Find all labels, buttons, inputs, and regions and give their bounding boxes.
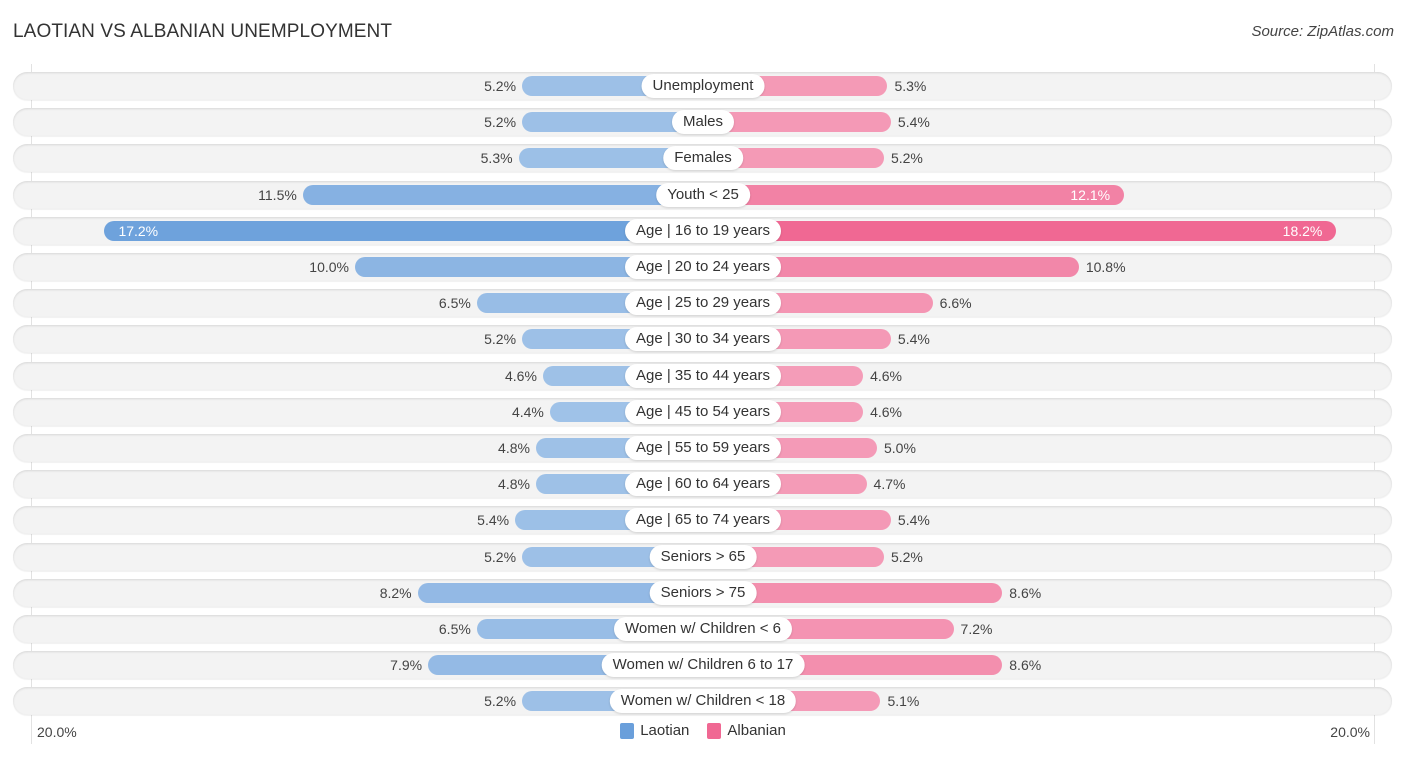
category-label: Women w/ Children 6 to 17 [601, 653, 805, 678]
legend-swatch-laotian [620, 722, 635, 739]
category-label: Women w/ Children < 6 [613, 617, 793, 641]
value-label-laotian: 6.5% [438, 295, 471, 312]
bar-laotian[interactable] [104, 220, 703, 241]
category-label: Age | 60 to 64 years [625, 472, 781, 497]
value-label-albanian: 10.8% [1085, 259, 1126, 275]
category-label: Youth < 25 [656, 182, 750, 207]
value-label-laotian: 4.8% [498, 476, 530, 493]
value-label-albanian: 5.1% [887, 693, 920, 710]
category-label: Age | 45 to 54 years [625, 399, 781, 424]
category-label: Females [663, 146, 743, 171]
value-label-laotian: 7.9% [390, 657, 423, 674]
value-label-albanian: 5.0% [884, 440, 916, 456]
value-label-laotian: 11.5% [258, 186, 297, 203]
category-label: Seniors > 65 [649, 544, 757, 569]
value-label-laotian: 4.4% [511, 403, 544, 420]
bar-albanian[interactable] [703, 184, 1125, 205]
value-label-albanian: 7.2% [960, 621, 993, 637]
category-label: Age | 65 to 74 years [625, 508, 781, 533]
category-label: Unemployment [641, 74, 765, 98]
category-label: Age | 20 to 24 years [625, 255, 781, 279]
value-label-albanian: 18.2% [1282, 222, 1323, 239]
value-label-laotian: 5.2% [484, 114, 517, 131]
category-label: Males [671, 110, 735, 135]
value-label-laotian: 5.2% [484, 548, 517, 565]
value-label-albanian: 4.6% [870, 367, 902, 384]
value-label-albanian: 12.1% [1070, 186, 1111, 203]
legend-item-laotian[interactable]: Laotian [620, 722, 689, 739]
value-label-laotian: 5.2% [484, 331, 517, 348]
value-label-albanian: 5.4% [897, 512, 930, 529]
category-label: Age | 16 to 19 years [625, 218, 781, 243]
bar-laotian[interactable] [302, 184, 703, 205]
chart-rows: 5.2% 5.3% Unemployment 5.2% 5.4% Males 5.3% 5.2… [0, 0, 1406, 757]
value-label-albanian: 8.6% [1009, 657, 1042, 674]
value-label-albanian: 6.6% [939, 295, 972, 312]
value-label-albanian: 8.6% [1009, 584, 1042, 601]
legend: Laotian Albanian [0, 722, 1406, 739]
value-label-laotian: 8.2% [379, 584, 412, 601]
value-label-laotian: 5.4% [477, 512, 510, 529]
value-label-laotian: 5.2% [484, 693, 517, 710]
value-label-albanian: 5.3% [894, 78, 927, 94]
value-label-laotian: 17.2% [118, 222, 159, 239]
legend-label-albanian: Albanian [727, 722, 786, 739]
legend-swatch-albanian [707, 722, 722, 739]
value-label-albanian: 5.2% [890, 150, 923, 167]
value-label-laotian: 10.0% [309, 259, 349, 275]
value-label-laotian: 4.6% [505, 367, 537, 384]
category-label: Age | 35 to 44 years [625, 363, 781, 388]
category-label: Seniors > 75 [649, 580, 757, 605]
value-label-albanian: 5.4% [897, 331, 930, 348]
value-label-laotian: 6.5% [438, 621, 471, 637]
value-label-laotian: 5.3% [480, 150, 513, 167]
value-label-albanian: 5.4% [897, 114, 930, 131]
value-label-albanian: 5.2% [890, 548, 923, 565]
category-label: Age | 30 to 34 years [625, 327, 781, 352]
category-label: Women w/ Children < 18 [609, 689, 797, 714]
legend-label-laotian: Laotian [640, 722, 690, 739]
value-label-albanian: 4.6% [870, 403, 902, 420]
value-label-laotian: 4.8% [498, 440, 530, 456]
category-label: Age | 55 to 59 years [625, 436, 781, 460]
bar-albanian[interactable] [703, 220, 1337, 241]
legend-item-albanian[interactable]: Albanian [707, 722, 786, 739]
value-label-laotian: 5.2% [484, 78, 517, 94]
value-label-albanian: 4.7% [873, 476, 906, 493]
category-label: Age | 25 to 29 years [625, 291, 781, 316]
